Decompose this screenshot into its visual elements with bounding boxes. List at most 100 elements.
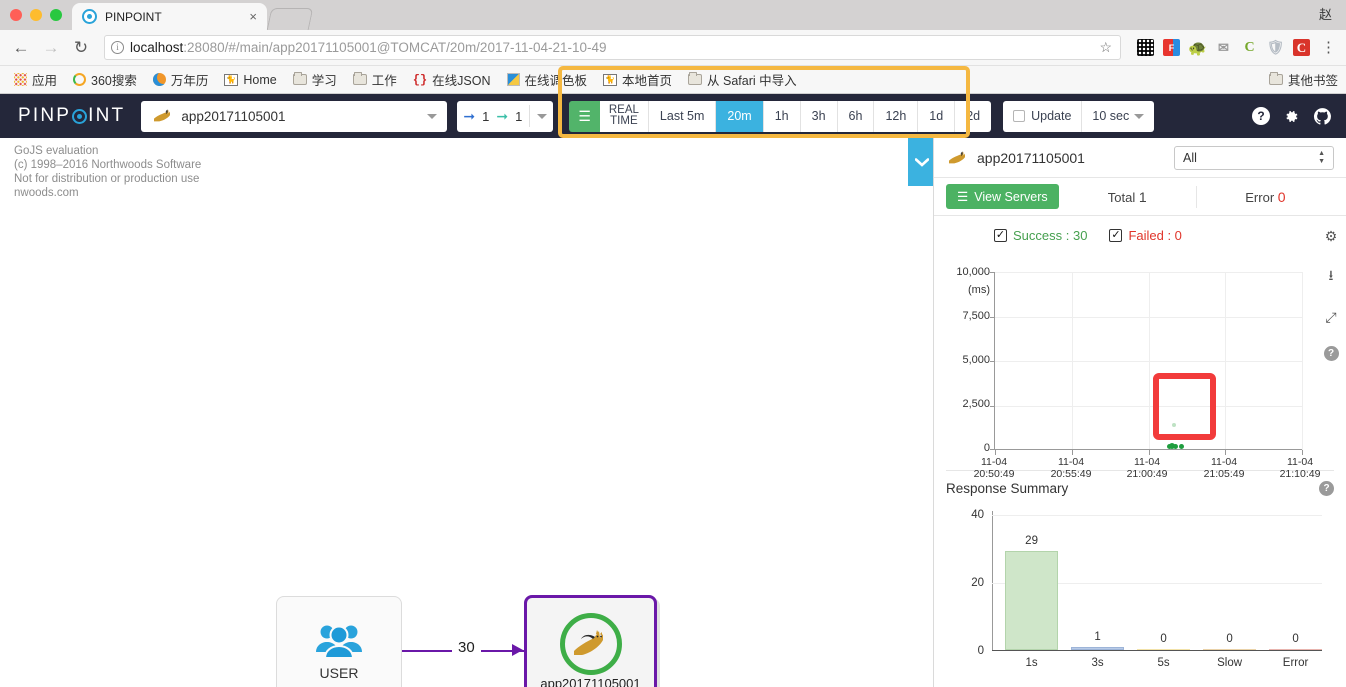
window-controls[interactable] — [0, 9, 72, 30]
bookmark-star-icon[interactable]: ☆ — [1099, 39, 1114, 56]
gmail-icon[interactable]: ✉ — [1215, 39, 1232, 56]
legend-success[interactable]: ✓ Success : 30 — [994, 228, 1087, 243]
time-button-realtime[interactable]: REAL TIME — [599, 100, 649, 132]
bookmark-360search[interactable]: 360搜索 — [67, 68, 143, 91]
bar-category-label: 3s — [1091, 657, 1104, 669]
bar-column[interactable]: 0 Slow — [1203, 633, 1256, 669]
xtick-time: 20:55:49 — [1050, 468, 1092, 480]
scatter-legend-row: ✓ Success : 30 ✓ Failed : 0 — [934, 216, 1346, 254]
bookmark-work[interactable]: 工作 — [347, 68, 403, 91]
xtick-time: 21:00:49 — [1126, 468, 1168, 480]
time-button-1h[interactable]: 1h — [763, 100, 801, 132]
xtick-date: 11-04 — [980, 456, 1008, 468]
bookmark-apps[interactable]: 应用 — [8, 68, 63, 91]
time-button-2d[interactable]: 2d — [955, 100, 992, 132]
close-window-button[interactable] — [10, 9, 22, 21]
time-button-20m[interactable]: 20m — [716, 100, 764, 132]
qr-icon[interactable] — [1137, 39, 1154, 56]
bookmark-online-json[interactable]: {} 在线JSON — [407, 68, 497, 91]
chevron-down-icon — [427, 113, 438, 119]
time-button-12h[interactable]: 12h — [874, 100, 919, 132]
evernote-icon[interactable]: 🐢 — [1188, 39, 1207, 57]
legend-failed[interactable]: ✓ Failed : 0 — [1109, 228, 1182, 243]
shield-icon[interactable]: 🛡 — [1267, 39, 1285, 56]
minimize-window-button[interactable] — [30, 9, 42, 21]
view-servers-label: View Servers — [974, 189, 1048, 204]
other-bookmarks-button[interactable]: 其他书签 — [1268, 70, 1338, 89]
time-button-last5m[interactable]: Last 5m — [648, 100, 717, 132]
x-tick — [1071, 450, 1073, 455]
time-button-1d[interactable]: 1d — [918, 100, 956, 132]
browser-tab[interactable]: PINPOINT × — [72, 3, 267, 30]
gear-icon[interactable]: ⚙ — [1325, 228, 1338, 245]
legend-success-label: Success : 30 — [1013, 227, 1088, 243]
application-selector[interactable]: app20171105001 — [141, 100, 448, 132]
logo-text-left: PINP — [18, 105, 72, 126]
chrome-menu-icon[interactable]: ⋮ — [1319, 40, 1338, 55]
bookmark-color-picker[interactable]: 在线调色板 — [501, 68, 594, 91]
bookmark-label: 在线JSON — [432, 74, 491, 88]
time-button-3h[interactable]: 3h — [800, 100, 838, 132]
bookmark-safari-import[interactable]: 从 Safari 中导入 — [682, 68, 803, 91]
x-axis — [992, 650, 1322, 651]
node-user[interactable]: USER — [276, 596, 402, 687]
node-app20171105001[interactable]: app20171105001 — [524, 595, 657, 687]
bookmark-home[interactable]: 🐈 Home — [218, 71, 282, 89]
update-interval-dropdown[interactable]: 10 sec — [1082, 101, 1154, 132]
scatter-xtick-label: 11-04 20:55:49 — [1041, 456, 1101, 480]
tomcat-icon — [949, 150, 965, 163]
settings-button[interactable] — [1283, 108, 1300, 125]
c-green-icon[interactable]: C — [1241, 39, 1258, 56]
pinpoint-logo[interactable]: PINP INT — [18, 105, 125, 127]
update-checkbox[interactable] — [1013, 110, 1026, 122]
help-button[interactable]: ? — [1252, 107, 1270, 125]
fe-icon[interactable]: F — [1163, 39, 1180, 56]
inbound-count: 1 — [482, 108, 490, 124]
view-servers-button[interactable]: ☰ View Servers — [946, 184, 1059, 209]
help-icon[interactable]: ? — [1319, 480, 1334, 496]
bar-column[interactable]: 0 Error — [1269, 633, 1322, 669]
bar-column[interactable]: 29 1s — [1005, 535, 1058, 669]
agent-filter-select[interactable]: All ▲ ▼ — [1174, 145, 1334, 170]
bookmark-label: 本地首页 — [622, 74, 673, 88]
node-health-ring — [559, 612, 622, 675]
back-button[interactable]: ← — [8, 35, 34, 61]
c-red-icon[interactable]: C — [1293, 39, 1310, 56]
address-bar-url: localhost:28080/#/main/app20171105001@TO… — [130, 40, 607, 55]
panel-stats-row: ☰ View Servers Total 1 Error 0 — [934, 178, 1346, 216]
scatter-highlight-annotation — [1153, 373, 1217, 440]
browser-profile-name[interactable]: 赵 — [1319, 4, 1332, 23]
github-button[interactable] — [1313, 107, 1332, 126]
stat-total-value: 1 — [1138, 188, 1147, 205]
link-arrow-icon — [512, 644, 523, 656]
moon-icon — [152, 73, 166, 86]
stat-error-label: Error — [1245, 189, 1275, 205]
chevron-down-icon[interactable] — [537, 113, 548, 119]
bar-column[interactable]: 1 3s — [1071, 631, 1124, 669]
scatter-plot-area[interactable] — [990, 272, 1303, 455]
server-map-canvas[interactable]: GoJS evaluation (c) 1998–2016 Northwoods… — [0, 138, 933, 687]
update-checkbox-cell[interactable]: Update — [1003, 100, 1083, 132]
reload-button[interactable]: ↻ — [68, 35, 94, 61]
help-icon[interactable]: ? — [1323, 346, 1339, 361]
bar-ytick-label: 40 — [971, 509, 984, 521]
forward-button[interactable]: → — [38, 35, 64, 61]
node-count-box[interactable]: ➞ 1 ➞ 1 — [457, 100, 554, 132]
bar-column[interactable]: 0 5s — [1137, 633, 1190, 669]
servermap-list-toggle[interactable]: ☰ — [569, 100, 600, 132]
outbound-count: 1 — [515, 108, 523, 124]
address-bar[interactable]: i localhost:28080/#/main/app20171105001@… — [104, 35, 1121, 60]
panel-collapse-toggle[interactable] — [908, 138, 933, 186]
download-icon[interactable]: ⭳ — [1329, 265, 1334, 289]
bookmark-study[interactable]: 学习 — [287, 68, 343, 91]
new-tab-button[interactable] — [266, 8, 314, 30]
site-info-icon[interactable]: i — [111, 41, 124, 54]
bookmark-calendar[interactable]: 万年历 — [147, 68, 215, 91]
close-tab-button[interactable]: × — [249, 9, 257, 24]
maximize-window-button[interactable] — [50, 9, 62, 21]
time-button-6h[interactable]: 6h — [837, 100, 875, 132]
response-summary-bar-chart[interactable]: 40 20 0 29 1s 1 3s 0 5s 0 Slow 0 Error — [934, 505, 1346, 687]
response-time-scatter-chart[interactable]: 10,000 (ms) 7,500 5,000 2,500 0 11-04 20… — [934, 254, 1346, 480]
bookmark-local-home[interactable]: 🐈 本地首页 — [597, 68, 678, 91]
expand-icon[interactable]: ⤢ — [1325, 309, 1336, 326]
